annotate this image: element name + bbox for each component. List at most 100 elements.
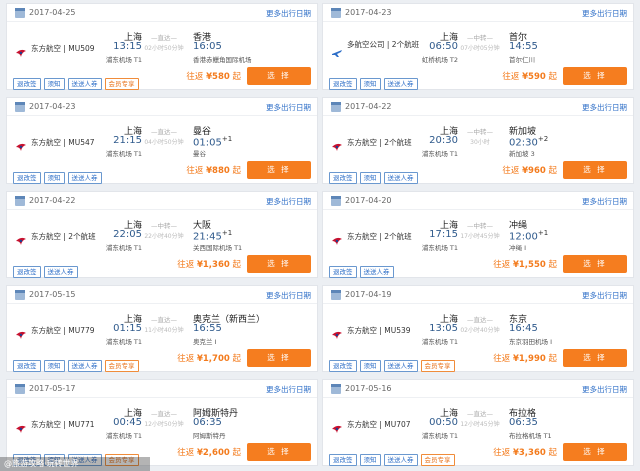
tag-0[interactable]: 退改签 <box>13 78 41 90</box>
departure-airport: 浦东机场 T1 <box>421 244 458 252</box>
tag-1[interactable]: 送送人券 <box>359 266 394 278</box>
tag-0[interactable]: 退改签 <box>13 172 41 184</box>
departure-time: 01:15 <box>113 323 142 334</box>
price-prefix: 往返 <box>186 166 204 176</box>
arrival-time-wrap: 16:45 <box>509 323 538 334</box>
arrival-time: 16:45 <box>509 323 538 334</box>
more-dates-link[interactable]: 更多出行日期 <box>582 384 627 395</box>
airline-logo-icon <box>15 43 27 57</box>
flight-duration: 30小时 <box>470 139 490 146</box>
flight-date: 2017-05-17 <box>29 384 76 393</box>
calendar-icon <box>331 8 341 18</box>
departure-airport: 浦东机场 T1 <box>421 432 458 440</box>
airline-logo-icon <box>331 325 343 339</box>
departure-airport: 浦东机场 T1 <box>105 150 142 158</box>
departure-airport: 浦东机场 T1 <box>421 150 458 158</box>
more-dates-link[interactable]: 更多出行日期 <box>582 102 627 113</box>
arrival-time: 12:00 <box>509 231 538 243</box>
tag-1[interactable]: 须知 <box>359 454 381 466</box>
tag-0[interactable]: 退改签 <box>13 360 41 372</box>
card-header: 2017-04-20 更多出行日期 <box>323 192 633 210</box>
tag-2[interactable]: 送送人券 <box>383 172 418 184</box>
price: 往返 ¥1,360 起 <box>177 259 241 271</box>
price: 往返 ¥2,600 起 <box>177 447 241 459</box>
airline-name: 东方航空 | MU509 <box>31 44 95 53</box>
airline-name: 东方航空 | MU771 <box>31 420 95 429</box>
card-header: 2017-04-22 更多出行日期 <box>323 98 633 116</box>
select-button[interactable]: 选 择 <box>247 161 311 179</box>
airline-name: 东方航空 | MU539 <box>347 326 411 335</box>
arrival-time-wrap: 06:35 <box>193 417 222 428</box>
price-suffix: 起 <box>548 72 557 82</box>
select-button[interactable]: 选 择 <box>247 349 311 367</box>
select-button[interactable]: 选 择 <box>247 255 311 273</box>
tag-1[interactable]: 须知 <box>359 78 381 90</box>
airline-logo-icon <box>331 137 343 151</box>
flight-date: 2017-04-23 <box>29 102 76 111</box>
more-dates-link[interactable]: 更多出行日期 <box>582 8 627 19</box>
more-dates-link[interactable]: 更多出行日期 <box>582 290 627 301</box>
price: 往返 ¥590 起 <box>502 71 557 83</box>
more-dates-link[interactable]: 更多出行日期 <box>266 102 311 113</box>
tag-2[interactable]: 送送人券 <box>383 360 418 372</box>
tag-0[interactable]: 退改签 <box>329 172 357 184</box>
departure-airport: 浦东机场 T1 <box>105 56 142 64</box>
select-button[interactable]: 选 择 <box>563 161 627 179</box>
tag-0[interactable]: 退改签 <box>329 78 357 90</box>
flight-duration: 17小时45分钟 <box>460 233 500 240</box>
more-dates-link[interactable]: 更多出行日期 <box>266 196 311 207</box>
route-type: —直达— <box>467 410 493 418</box>
airline-logo-icon <box>15 419 27 433</box>
select-button[interactable]: 选 择 <box>563 443 627 461</box>
more-dates-link[interactable]: 更多出行日期 <box>266 8 311 19</box>
price-suffix: 起 <box>548 354 557 364</box>
tag-1[interactable]: 须知 <box>43 78 65 90</box>
arrival-time: 21:45 <box>193 231 222 243</box>
tag-0[interactable]: 退改签 <box>329 454 357 466</box>
more-dates-link[interactable]: 更多出行日期 <box>582 196 627 207</box>
flight-duration: 12小时45分钟 <box>460 421 500 428</box>
select-button[interactable]: 选 择 <box>563 349 627 367</box>
tag-1[interactable]: 须知 <box>43 360 65 372</box>
select-button[interactable]: 选 择 <box>247 443 311 461</box>
more-dates-link[interactable]: 更多出行日期 <box>266 290 311 301</box>
tag-3[interactable]: 会员专享 <box>420 360 455 372</box>
select-button[interactable]: 选 择 <box>563 255 627 273</box>
card-header: 2017-04-25 更多出行日期 <box>7 4 317 22</box>
departure-time: 13:05 <box>429 323 458 334</box>
tag-2[interactable]: 送送人券 <box>383 454 418 466</box>
arrival-time-wrap: 06:35 <box>509 417 538 428</box>
tag-0[interactable]: 退改签 <box>329 360 357 372</box>
tag-3[interactable]: 会员专享 <box>104 360 139 372</box>
select-button[interactable]: 选 择 <box>247 67 311 85</box>
tag-3[interactable]: 会员专享 <box>420 454 455 466</box>
select-button[interactable]: 选 择 <box>563 67 627 85</box>
tag-3[interactable]: 会员专享 <box>104 78 139 90</box>
tag-1[interactable]: 须知 <box>43 172 65 184</box>
flight-duration: 04小时50分钟 <box>144 139 184 146</box>
arrival-airport: 曼谷 <box>193 150 206 158</box>
more-dates-link[interactable]: 更多出行日期 <box>266 384 311 395</box>
price-prefix: 往返 <box>186 72 204 82</box>
airline-name: 东方航空 | MU707 <box>347 420 411 429</box>
tag-2[interactable]: 送送人券 <box>67 172 102 184</box>
tag-0[interactable]: 退改签 <box>13 266 41 278</box>
tag-2[interactable]: 送送人券 <box>383 78 418 90</box>
tag-row: 退改签 须知 送送人券 会员专享 <box>13 71 142 90</box>
price-prefix: 往返 <box>493 448 511 458</box>
price-value: ¥880 <box>206 166 230 176</box>
price-value: ¥1,990 <box>512 354 546 364</box>
price-value: ¥2,600 <box>196 448 230 458</box>
price: 往返 ¥3,360 起 <box>493 447 557 459</box>
price-value: ¥960 <box>522 166 546 176</box>
arrival-time: 06:35 <box>509 417 538 428</box>
price-prefix: 往返 <box>493 260 511 270</box>
tag-1[interactable]: 须知 <box>359 360 381 372</box>
tag-1[interactable]: 须知 <box>359 172 381 184</box>
tag-0[interactable]: 退改签 <box>329 266 357 278</box>
flight-card: 2017-05-15 更多出行日期 东方航空 | MU779 上海 01:15 浦东机场 … <box>6 285 318 372</box>
tag-2[interactable]: 送送人券 <box>67 78 102 90</box>
tag-1[interactable]: 送送人券 <box>43 266 78 278</box>
airline-name: 东方航空 | MU779 <box>31 326 95 335</box>
tag-2[interactable]: 送送人券 <box>67 360 102 372</box>
